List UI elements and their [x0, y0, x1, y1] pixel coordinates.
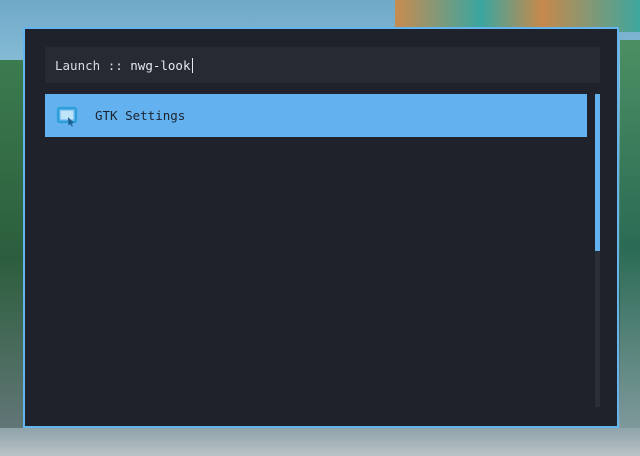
prompt-separator: ::: [107, 57, 123, 73]
wallpaper-trees-right: [620, 40, 640, 456]
prompt-label: Launch: [55, 57, 101, 73]
launcher-window: Launch :: nwg-look GTK Settings: [23, 27, 619, 428]
search-input[interactable]: Launch :: nwg-look: [45, 47, 600, 83]
list-item-gtk-settings[interactable]: GTK Settings: [45, 94, 587, 137]
results-list: GTK Settings: [45, 94, 587, 407]
list-item-label: GTK Settings: [95, 108, 186, 123]
wallpaper-ground: [0, 428, 640, 456]
settings-window-icon: [55, 104, 79, 128]
search-query[interactable]: nwg-look: [130, 58, 190, 73]
scrollbar[interactable]: [595, 94, 600, 407]
scrollbar-thumb[interactable]: [595, 94, 600, 251]
text-caret: [191, 57, 193, 73]
wallpaper-trees-left: [0, 60, 24, 456]
